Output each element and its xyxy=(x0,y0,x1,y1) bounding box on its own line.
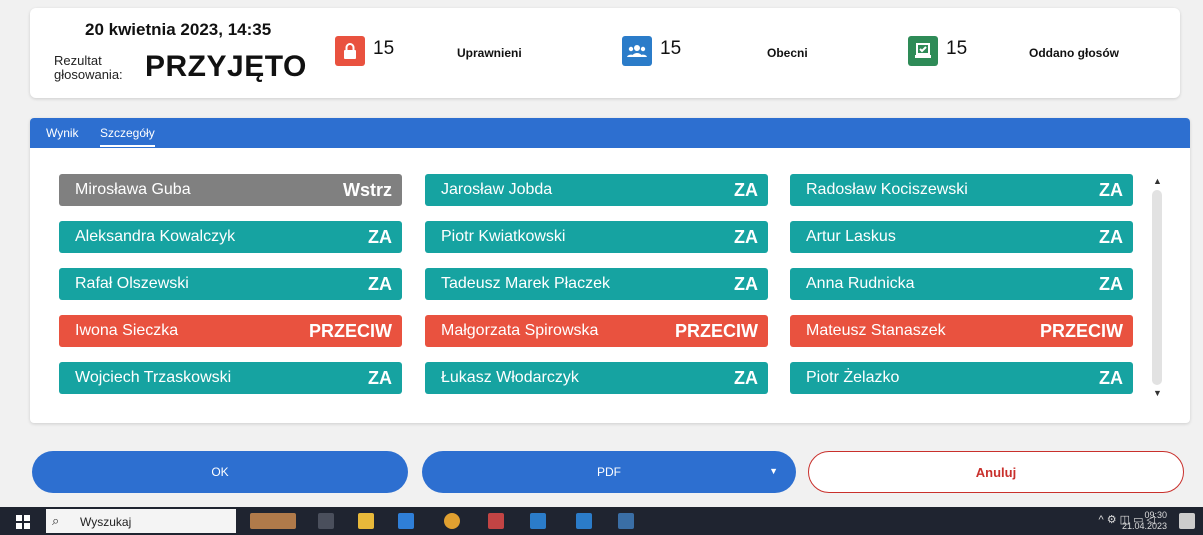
votes-cast-count: 15 xyxy=(946,38,968,59)
details-panel: Wynik Szczegóły Mirosława Guba Wstrz Alek… xyxy=(30,118,1190,423)
vote-item: Radosław Kociszewski ZA xyxy=(790,174,1133,206)
chevron-down-icon[interactable]: ▼ xyxy=(769,466,778,476)
voter-name: Piotr Żelazko xyxy=(806,369,900,386)
vote-value: ZA xyxy=(1099,179,1123,200)
app-icon[interactable] xyxy=(576,513,592,529)
notification-icon[interactable] xyxy=(1179,513,1195,529)
present-label: Obecni xyxy=(767,46,808,60)
vote-value: ZA xyxy=(734,179,758,200)
vote-value: PRZECIW xyxy=(1040,320,1123,341)
voter-name: Anna Rudnicka xyxy=(806,275,915,292)
voter-name: Małgorzata Spirowska xyxy=(441,322,599,339)
vote-value: ZA xyxy=(368,367,392,388)
vote-item: Iwona Sieczka PRZECIW xyxy=(59,315,402,347)
clock-time: 09:30 xyxy=(1144,510,1167,520)
tab-result[interactable]: Wynik xyxy=(46,126,79,140)
vote-item: Jarosław Jobda ZA xyxy=(425,174,768,206)
eligible-count: 15 xyxy=(373,38,395,59)
ballot-icon xyxy=(908,36,938,66)
mail-icon[interactable] xyxy=(398,513,414,529)
voter-name: Piotr Kwiatkowski xyxy=(441,228,566,245)
vote-item: Wojciech Trzaskowski ZA xyxy=(59,362,402,394)
vote-item: Piotr Żelazko ZA xyxy=(790,362,1133,394)
vote-value: ZA xyxy=(1099,367,1123,388)
vote-value: ZA xyxy=(368,226,392,247)
vote-value: ZA xyxy=(734,226,758,247)
vote-value: PRZECIW xyxy=(309,320,392,341)
vote-item: Piotr Kwiatkowski ZA xyxy=(425,221,768,253)
result-label: Rezultat głosowania: xyxy=(54,53,123,82)
search-icon: ⌕ xyxy=(52,513,60,528)
lock-icon xyxy=(335,36,365,66)
vote-item: Małgorzata Spirowska PRZECIW xyxy=(425,315,768,347)
voter-name: Jarosław Jobda xyxy=(441,181,553,198)
vote-item: Rafał Olszewski ZA xyxy=(59,268,402,300)
task-view-icon[interactable] xyxy=(318,513,334,529)
vote-item: Anna Rudnicka ZA xyxy=(790,268,1133,300)
scroll-up-icon[interactable]: ▲ xyxy=(1153,176,1162,186)
app-icon[interactable] xyxy=(530,513,546,529)
vote-item: Artur Laskus ZA xyxy=(790,221,1133,253)
vote-item: Mirosława Guba Wstrz xyxy=(59,174,402,206)
vote-value: Wstrz xyxy=(343,179,392,200)
chrome-icon[interactable] xyxy=(444,513,460,529)
app-icon[interactable] xyxy=(618,513,634,529)
vote-value: ZA xyxy=(734,273,758,294)
vertical-scrollbar[interactable] xyxy=(1152,190,1162,385)
voter-name: Wojciech Trzaskowski xyxy=(75,369,232,386)
voter-name: Łukasz Włodarczyk xyxy=(441,369,579,386)
voter-name: Radosław Kociszewski xyxy=(806,181,968,198)
vote-value: ZA xyxy=(368,273,392,294)
eligible-label: Uprawnieni xyxy=(457,46,522,60)
vote-value: PRZECIW xyxy=(675,320,758,341)
voter-name: Rafał Olszewski xyxy=(75,275,189,292)
pdf-button[interactable]: PDF ▼ xyxy=(422,451,796,493)
ok-button[interactable]: OK xyxy=(32,451,408,493)
voter-name: Mirosława Guba xyxy=(75,181,191,198)
vote-item: Tadeusz Marek Płaczek ZA xyxy=(425,268,768,300)
vote-item: Mateusz Stanaszek PRZECIW xyxy=(790,315,1133,347)
clock-date: 21.04.2023 xyxy=(1121,521,1167,531)
voter-name: Mateusz Stanaszek xyxy=(806,322,946,339)
file-explorer-icon[interactable] xyxy=(358,513,374,529)
tab-details[interactable]: Szczegóły xyxy=(100,126,155,147)
taskbar-search[interactable]: ⌕ Wyszukaj xyxy=(46,509,236,533)
app-icon[interactable] xyxy=(488,513,504,529)
present-count: 15 xyxy=(660,38,682,59)
people-icon xyxy=(622,36,652,66)
taskbar: ⌕ Wyszukaj ^ ⚙ ◫ ▭ ◁ 09:30 21.04.2023 xyxy=(0,507,1203,535)
scroll-down-icon[interactable]: ▼ xyxy=(1153,388,1162,398)
vote-value: ZA xyxy=(1099,226,1123,247)
taskbar-clock[interactable]: 09:30 21.04.2023 xyxy=(1122,510,1167,532)
tab-bar: Wynik Szczegóły xyxy=(30,118,1190,148)
vote-value: ZA xyxy=(1099,273,1123,294)
news-widget-icon[interactable] xyxy=(250,513,296,529)
vote-summary-card: 20 kwietnia 2023, 14:35 Rezultat głosowa… xyxy=(30,8,1180,98)
result-value: PRZYJĘTO xyxy=(145,50,307,83)
cancel-button[interactable]: Anuluj xyxy=(808,451,1184,493)
windows-start-icon[interactable] xyxy=(16,515,30,529)
vote-value: ZA xyxy=(734,367,758,388)
voter-name: Tadeusz Marek Płaczek xyxy=(441,275,610,292)
vote-datetime: 20 kwietnia 2023, 14:35 xyxy=(85,20,272,39)
voter-name: Artur Laskus xyxy=(806,228,896,245)
search-placeholder: Wyszukaj xyxy=(80,515,132,529)
voter-name: Iwona Sieczka xyxy=(75,322,179,339)
pdf-button-label: PDF xyxy=(597,465,621,479)
vote-item: Łukasz Włodarczyk ZA xyxy=(425,362,768,394)
voter-name: Aleksandra Kowalczyk xyxy=(75,228,236,245)
votes-cast-label: Oddano głosów xyxy=(1029,46,1119,60)
vote-item: Aleksandra Kowalczyk ZA xyxy=(59,221,402,253)
